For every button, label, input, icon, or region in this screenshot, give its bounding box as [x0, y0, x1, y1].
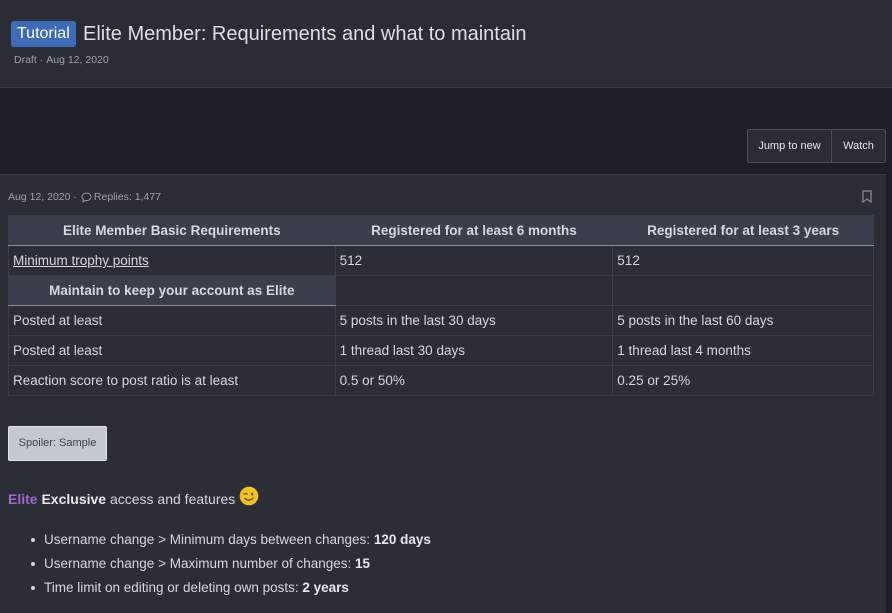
post-meta: Aug 12, 2020 · Replies: 1,477 — [8, 191, 161, 203]
table-row: Reaction score to post ratio is at least… — [8, 365, 874, 396]
table-header-row: Elite Member Basic Requirements Register… — [8, 215, 874, 246]
table-header-cell: Registered for at least 6 months — [334, 215, 614, 246]
feature-text: Username change > Maximum number of chan… — [44, 556, 356, 571]
requirements-table: Elite Member Basic Requirements Register… — [8, 215, 874, 396]
list-item: Username change > Minimum days between c… — [28, 530, 431, 554]
feature-value: 120 days — [373, 532, 431, 547]
thread-header: Tutorial Elite Member: Requirements and … — [0, 0, 892, 88]
table-cell: Posted at least — [8, 305, 336, 336]
meta-separator: · — [70, 191, 77, 203]
table-cell: 512 — [334, 245, 614, 276]
winking-face-icon — [239, 486, 259, 506]
thread-status: Draft — [14, 54, 37, 66]
jump-to-new-button[interactable]: Jump to new — [748, 130, 832, 162]
table-row: Posted at least 1 thread last 30 days 1 … — [8, 335, 874, 366]
table-cell: 512 — [612, 245, 874, 276]
exclusive-label: Exclusive — [41, 491, 107, 507]
trophy-points-link[interactable]: Minimum trophy points — [13, 253, 149, 268]
table-header-cell: Elite Member Basic Requirements — [8, 215, 336, 246]
table-cell: Reaction score to post ratio is at least — [8, 365, 336, 396]
table-row: Minimum trophy points 512 512 — [8, 245, 874, 276]
feature-value: 2 years — [302, 580, 349, 595]
watch-button[interactable]: Watch — [832, 130, 885, 162]
list-item: Time limit on editing or deleting own po… — [28, 578, 431, 602]
table-cell: Minimum trophy points — [8, 245, 336, 276]
table-cell — [612, 275, 874, 306]
tutorial-prefix-badge[interactable]: Tutorial — [11, 21, 76, 47]
elite-label: Elite — [8, 491, 38, 507]
table-cell: 0.25 or 25% — [612, 365, 874, 396]
thread-meta: Draft · Aug 12, 2020 — [14, 54, 109, 66]
table-row: Maintain to keep your account as Elite — [8, 275, 874, 306]
bookmark-icon[interactable] — [862, 190, 872, 203]
features-heading: Elite Exclusive access and features — [8, 486, 259, 507]
comment-bubble-icon — [81, 192, 92, 203]
maintain-header-cell: Maintain to keep your account as Elite — [8, 275, 336, 306]
features-list: Username change > Minimum days between c… — [28, 530, 431, 602]
table-cell: 1 thread last 4 months — [612, 335, 874, 366]
table-row: Posted at least 5 posts in the last 30 d… — [8, 305, 874, 336]
feature-text: Time limit on editing or deleting own po… — [44, 580, 303, 595]
meta-separator: · — [39, 54, 44, 66]
table-cell: 5 posts in the last 60 days — [612, 305, 874, 336]
table-cell: 1 thread last 30 days — [334, 335, 614, 366]
thread-action-buttons: Jump to new Watch — [747, 129, 886, 163]
first-post: Aug 12, 2020 · Replies: 1,477 Elite Memb… — [0, 174, 886, 613]
table-cell: Posted at least — [8, 335, 336, 366]
list-item: Username change > Maximum number of chan… — [28, 554, 431, 578]
spoiler-button[interactable]: Spoiler: Sample — [8, 426, 107, 461]
table-cell — [334, 275, 614, 306]
thread-title: Elite Member: Requirements and what to m… — [83, 23, 527, 45]
replies-count: Replies: 1,477 — [93, 191, 162, 203]
table-cell: 5 posts in the last 30 days — [334, 305, 614, 336]
feature-text: Username change > Minimum days between c… — [44, 532, 374, 547]
thread-date[interactable]: Aug 12, 2020 — [46, 54, 108, 66]
table-header-cell: Registered for at least 3 years — [612, 215, 874, 246]
feature-value: 15 — [355, 556, 371, 571]
table-cell: 0.5 or 50% — [334, 365, 614, 396]
post-date[interactable]: Aug 12, 2020 — [8, 191, 70, 203]
features-heading-text: access and features — [109, 491, 236, 507]
